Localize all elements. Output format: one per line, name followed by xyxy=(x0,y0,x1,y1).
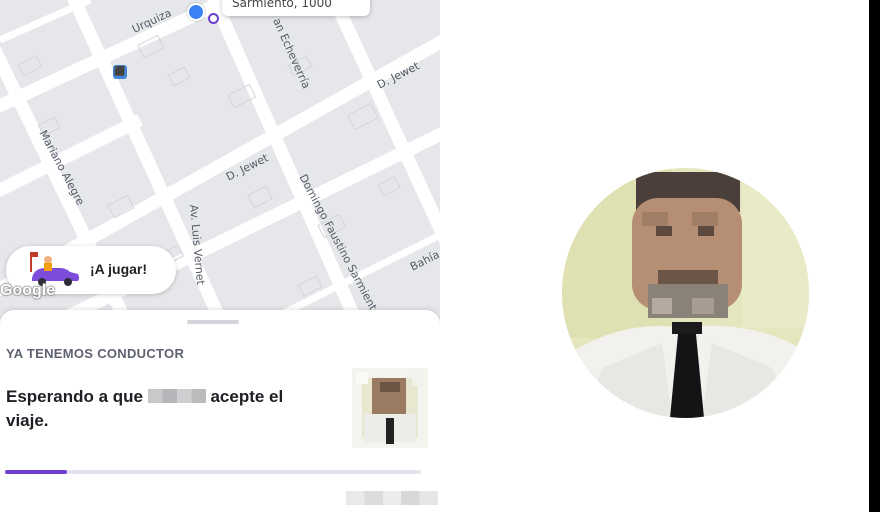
portrait-image xyxy=(562,168,809,418)
app-screen: Urquiza an Echeverría D. Jewet Mariano A… xyxy=(0,0,440,512)
status-message-start: Esperando a que xyxy=(6,387,143,406)
current-location-icon xyxy=(187,3,205,21)
driver-avatar[interactable] xyxy=(352,368,428,448)
google-attribution: Google xyxy=(0,282,56,299)
progress-bar-fill xyxy=(5,470,68,474)
play-game-label: ¡A jugar! xyxy=(90,261,148,277)
driver-portrait-photo xyxy=(562,168,809,418)
trip-status-sheet: YA TENEMOS CONDUCTOR Esperando a que ace… xyxy=(0,310,440,512)
address-text: Sarmiento, 1000 xyxy=(232,0,332,10)
bus-stop-icon: ⬛ xyxy=(113,65,127,79)
sheet-drag-handle[interactable] xyxy=(187,320,239,324)
redacted-driver-name xyxy=(147,389,206,403)
status-heading: YA TENEMOS CONDUCTOR xyxy=(6,346,185,361)
redacted-footer xyxy=(346,491,438,505)
driver-avatar-image xyxy=(352,368,428,448)
address-callout[interactable]: Sarmiento, 1000 xyxy=(222,0,370,16)
map-view[interactable]: Urquiza an Echeverría D. Jewet Mariano A… xyxy=(0,0,440,325)
right-edge-bar xyxy=(869,0,880,512)
progress-bar xyxy=(5,470,421,474)
panel-gap xyxy=(440,0,448,512)
destination-pin-icon xyxy=(208,13,219,24)
status-message: Esperando a que acepte el viaje. xyxy=(6,385,326,433)
